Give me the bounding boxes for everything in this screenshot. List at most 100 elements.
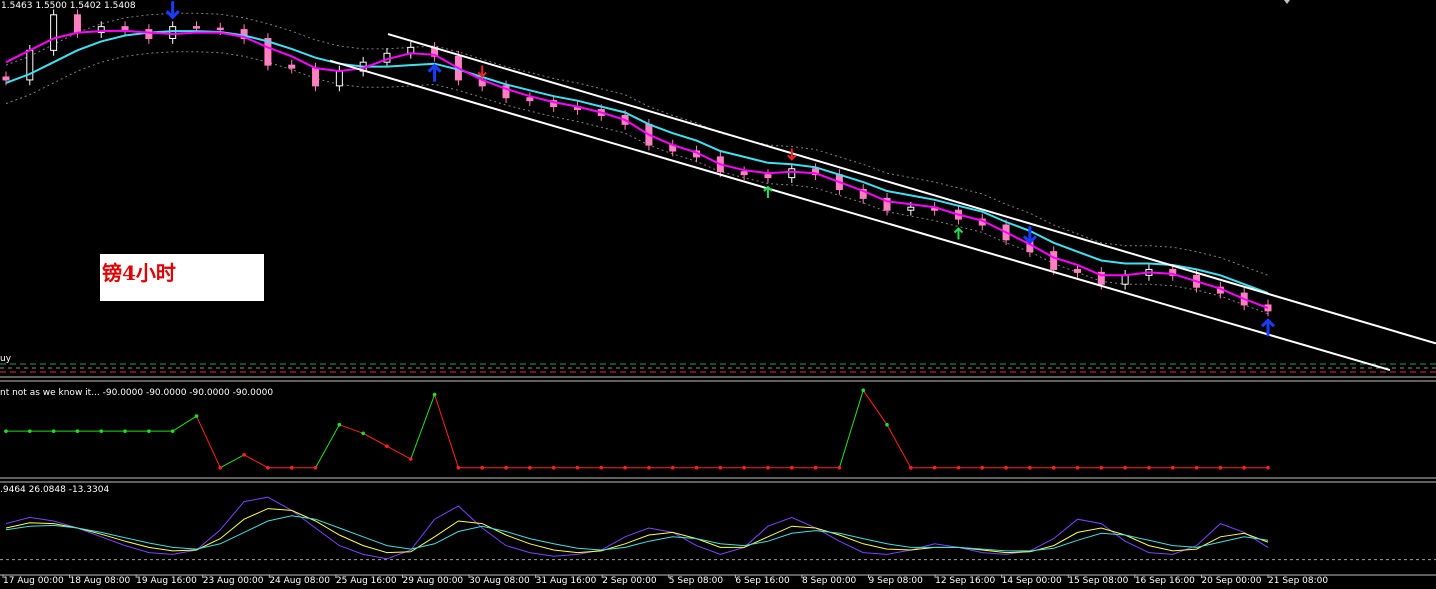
indicator-1-point — [75, 429, 80, 433]
x-tick-label: 2 Sep 00:00 — [602, 576, 657, 586]
channel-lower-line — [329, 59, 1391, 372]
indicator-1-segment — [838, 390, 864, 468]
candle-body — [1121, 274, 1129, 285]
indicator-1-point — [289, 465, 294, 470]
x-tick-label: 25 Aug 16:00 — [335, 576, 397, 586]
indicator-1-point — [789, 465, 794, 470]
indicator-2-signal-line — [5, 508, 1269, 554]
x-tick-label: 18 Aug 08:00 — [69, 576, 131, 586]
indicator-1-point — [1099, 465, 1104, 470]
x-tick-label: 5 Sep 08:00 — [668, 576, 724, 586]
indicator-1-segment — [339, 424, 364, 434]
candle-body — [764, 174, 772, 179]
indicator-1-point — [932, 465, 937, 470]
price-header: 1.5463 1.5500 1.5402 1.5408 — [1, 1, 136, 11]
indicator-1-point — [718, 465, 723, 470]
x-tick-label: 6 Sep 16:00 — [735, 576, 790, 586]
x-tick-label: 23 Aug 00:00 — [202, 576, 264, 586]
x-tick-label: 19 Aug 16:00 — [136, 576, 197, 586]
indicator-1-point — [1123, 465, 1127, 470]
indicator-panel-2 — [0, 496, 1436, 578]
corner-marker — [1284, 0, 1290, 4]
indicator-1-point — [194, 414, 199, 418]
indicator-1-point — [385, 444, 389, 449]
indicator-1-point — [742, 465, 746, 470]
candle-body — [50, 14, 58, 51]
x-tick-label: 31 Aug 16:00 — [535, 576, 597, 586]
indicator-1-point — [813, 465, 818, 470]
indicator-1-point — [456, 465, 461, 470]
indicator-1-header: nt not as we know it... -90.0000 -90.000… — [0, 388, 274, 398]
indicator-1-segment — [243, 454, 269, 469]
indicator-1-segment — [434, 394, 459, 468]
indicator-1-point — [885, 422, 889, 427]
indicator-1-point — [28, 429, 32, 433]
indicator-1-point — [1170, 465, 1175, 470]
x-tick-label: 15 Sep 08:00 — [1068, 576, 1129, 586]
annotation-box: 镑4小时 — [100, 254, 264, 301]
indicator-1-segment — [362, 432, 388, 447]
indicator-1-point — [147, 429, 151, 433]
indicator-1-point — [551, 465, 556, 470]
candle-body — [1050, 251, 1058, 270]
indicator-1-point — [980, 465, 985, 470]
indicator-1-point — [528, 465, 532, 470]
x-tick-label: 24 Aug 08:00 — [269, 576, 330, 586]
x-tick-label: 12 Sep 16:00 — [935, 576, 996, 586]
indicator-1-point — [480, 465, 485, 470]
candle-body — [2, 76, 10, 81]
candle-body — [1074, 268, 1082, 273]
x-tick-label: 8 Sep 00:00 — [801, 576, 857, 586]
indicator-panel-1 — [4, 388, 1270, 470]
upper-envelope — [5, 12, 1269, 276]
indicator-2-third-line — [5, 515, 1269, 552]
indicator-1-point — [575, 465, 580, 470]
candle-body — [145, 29, 153, 39]
indicator-2-header: .9464 26.0848 -13.3304 — [0, 485, 110, 495]
indicator-1-point — [909, 465, 913, 470]
indicator-1-point — [99, 429, 104, 433]
indicator-1-segment — [196, 415, 221, 468]
indicator-1-point — [1194, 465, 1199, 470]
indicator-1-point — [242, 453, 246, 457]
indicator-1-point — [861, 388, 866, 393]
indicator-1-segment — [220, 454, 245, 469]
indicator-1-point — [1218, 465, 1223, 470]
indicator-1-point — [647, 465, 651, 470]
indicator-1-point — [218, 465, 223, 470]
indicator-1-point — [337, 422, 342, 427]
indicator-1-point — [51, 429, 56, 433]
annotation-text: 镑4小时 — [102, 261, 176, 285]
candle-body — [907, 206, 915, 211]
indicator-1-point — [361, 431, 365, 436]
indicator-1-point — [266, 465, 270, 470]
indicator-fragment-label: uy — [0, 354, 12, 364]
indicator-1-point — [1004, 465, 1008, 470]
channel-upper-line — [387, 33, 1436, 345]
indicator-1-segment — [410, 394, 436, 460]
candle-body — [740, 171, 748, 176]
candle-body — [121, 26, 129, 31]
indicator-1-point — [1242, 465, 1246, 470]
x-tick-label: 17 Aug 00:00 — [3, 576, 64, 586]
indicator-1-point — [956, 465, 961, 470]
indicator-1-point — [766, 465, 770, 470]
candle-body — [192, 26, 200, 29]
indicator-1-point — [170, 429, 175, 433]
indicator-1-point — [623, 465, 627, 470]
indicator-1-point — [313, 465, 318, 470]
candle-body — [216, 27, 224, 31]
indicator-1-point — [694, 465, 699, 470]
x-tick-label: 21 Sep 08:00 — [1268, 576, 1329, 586]
candle-body — [788, 168, 796, 179]
candle-body — [526, 97, 534, 102]
candle-body — [169, 26, 177, 39]
x-tick-label: 20 Sep 00:00 — [1201, 576, 1262, 586]
candle-body — [73, 14, 81, 34]
indicator-1-segment — [315, 424, 340, 468]
indicator-1-point — [1075, 465, 1080, 470]
x-tick-label: 9 Sep 08:00 — [868, 576, 923, 586]
indicator-1-segment — [172, 415, 197, 432]
indicator-1-point — [1266, 465, 1270, 470]
x-tick-label: 30 Aug 08:00 — [469, 576, 530, 586]
